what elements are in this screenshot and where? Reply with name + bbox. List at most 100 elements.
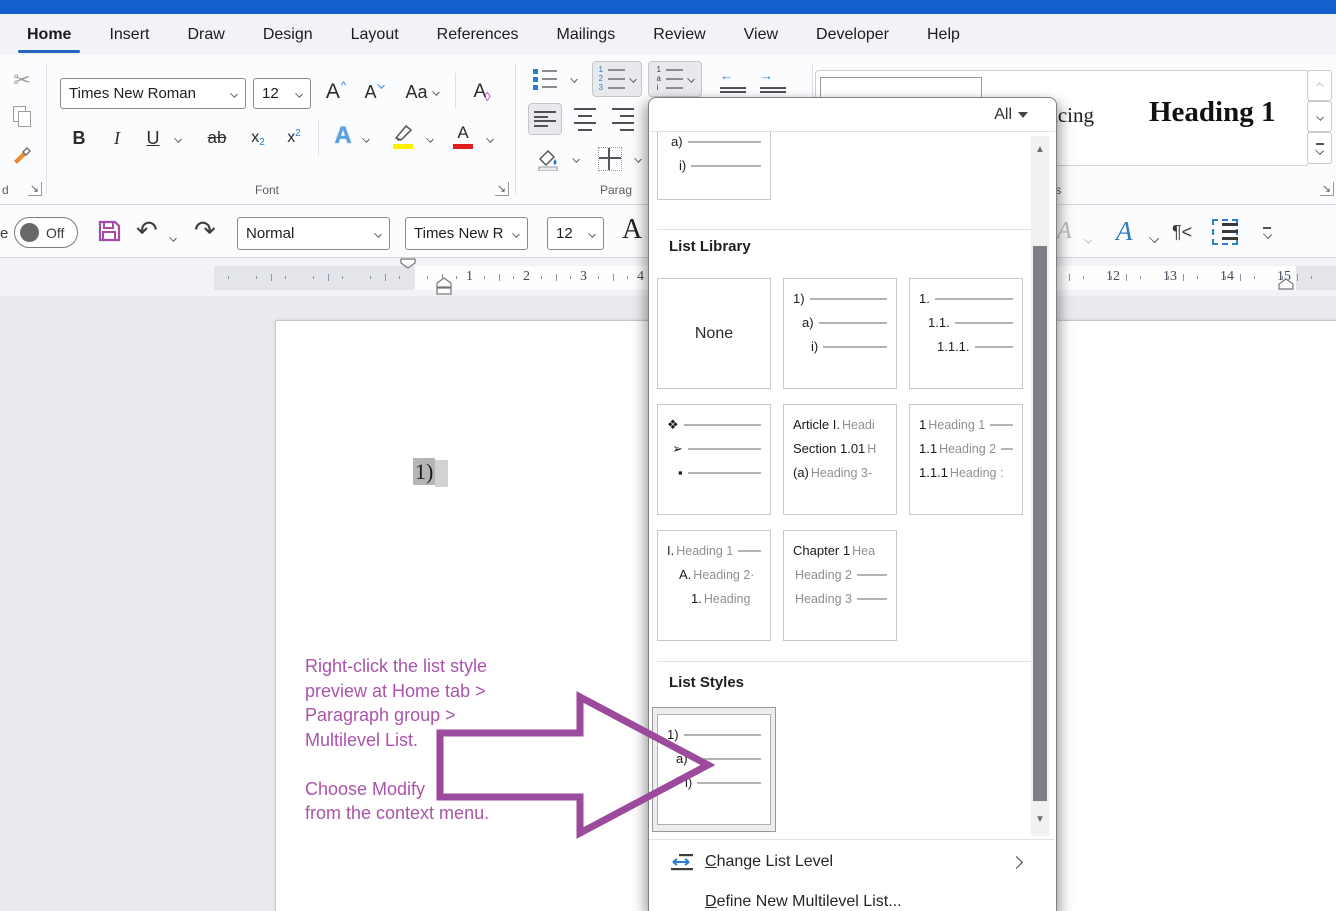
shading-dropdown[interactable] — [568, 151, 584, 167]
list-library-item-3[interactable]: ❖ ➢ ▪ — [657, 404, 771, 515]
tab-references[interactable]: References — [418, 14, 538, 55]
multilevel-list-button[interactable]: 1ai — [648, 61, 702, 97]
highlight-button[interactable] — [386, 119, 420, 153]
change-case-button[interactable]: Aa — [400, 77, 444, 107]
italic-button[interactable]: I — [104, 123, 130, 153]
subscript-button[interactable]: x2 — [244, 123, 272, 153]
text-effects-dropdown[interactable] — [358, 131, 374, 147]
align-left-button[interactable] — [528, 103, 562, 135]
bold-button[interactable]: B — [66, 123, 92, 153]
scroll-down-arrow[interactable]: ▼ — [1033, 814, 1047, 825]
format-painter-button[interactable] — [8, 143, 36, 169]
style-set-a-button[interactable]: A — [1116, 216, 1133, 247]
tab-developer[interactable]: Developer — [797, 14, 908, 55]
tab-design[interactable]: Design — [244, 14, 332, 55]
list-library-item-0[interactable]: None — [657, 278, 771, 389]
shading-button[interactable] — [530, 143, 566, 175]
styles-dialog-launcher[interactable]: ↘ — [1320, 182, 1334, 196]
align-right-button[interactable] — [606, 103, 640, 135]
text-effects-button[interactable]: A — [328, 119, 358, 153]
grow-font-button[interactable]: A ^ — [320, 77, 352, 107]
highlight-dropdown[interactable] — [422, 131, 438, 147]
font-color-button[interactable]: A — [448, 119, 478, 153]
list-preview-row: Article I. Headi — [793, 417, 875, 432]
selected-list-number[interactable]: 1) — [413, 458, 449, 488]
list-library-item-6[interactable]: I. Heading 1 A. Heading 2· 1. Heading — [657, 530, 771, 641]
tab-help[interactable]: Help — [908, 14, 979, 55]
scrollbar-thumb[interactable] — [1033, 246, 1047, 801]
undo-button[interactable]: ↶ — [136, 215, 158, 246]
current-list-item-partial[interactable]: a) i) — [657, 132, 771, 200]
list-library-item-5[interactable]: 1 Heading 1 1.1 Heading 2 1.1.1 Heading : — [909, 404, 1023, 515]
style-set-a-dropdown[interactable] — [1148, 229, 1160, 247]
copy-button[interactable] — [8, 103, 36, 129]
bullets-dropdown[interactable] — [566, 71, 582, 87]
styles-scroll-up-button[interactable] — [1307, 70, 1332, 101]
hanging-indent-marker[interactable] — [436, 277, 452, 295]
toggle-off-switch[interactable]: Off — [14, 217, 78, 248]
change-list-level-icon — [671, 854, 693, 871]
borders-dropdown[interactable] — [630, 151, 646, 167]
define-new-multilevel-list-item[interactable]: Define New Multilevel List... — [649, 884, 1039, 911]
superscript-button[interactable]: x2 — [280, 123, 308, 153]
tab-layout[interactable]: Layout — [332, 14, 418, 55]
style-set-a-disabled-dropdown[interactable] — [1084, 230, 1092, 248]
font-color-dropdown[interactable] — [482, 131, 498, 147]
increase-indent-button[interactable]: → — [756, 67, 790, 93]
ribbon-tab-row: Home Insert Draw Design Layout References Mail… — [0, 14, 1336, 55]
tab-mailings[interactable]: Mailings — [538, 14, 635, 55]
tab-view[interactable]: View — [725, 14, 797, 55]
strikethrough-button[interactable]: ab — [200, 123, 234, 153]
clear-formatting-button[interactable]: A ◊ — [465, 77, 499, 107]
quick-font-combo[interactable]: Times New R — [405, 217, 528, 250]
increase-indent-icon: → — [760, 67, 786, 93]
tab-insert[interactable]: Insert — [90, 14, 168, 55]
font-dialog-launcher[interactable]: ↘ — [495, 182, 509, 196]
table-properties-button[interactable] — [1212, 219, 1238, 250]
undo-dropdown[interactable] — [169, 228, 177, 246]
list-library-item-2[interactable]: 1. 1.1. 1.1.1. — [909, 278, 1023, 389]
font-name-combo[interactable]: Times New Roman — [60, 78, 246, 109]
style-combo[interactable]: Normal — [237, 217, 390, 250]
clipboard-dialog-launcher[interactable]: ↘ — [28, 182, 42, 196]
first-line-indent-marker[interactable] — [400, 258, 416, 269]
shrink-font-button[interactable]: A — [358, 77, 390, 107]
style-item-heading1[interactable]: Heading 1 — [1149, 96, 1276, 129]
scroll-up-arrow[interactable]: ▲ — [1033, 144, 1047, 155]
chevron-down-icon — [1148, 232, 1160, 244]
letter-a-button[interactable]: A — [622, 214, 642, 246]
font-size-combo[interactable]: 12 — [253, 78, 311, 109]
styles-scroll-down-button[interactable] — [1307, 101, 1332, 132]
grow-font-glyph: A — [325, 80, 340, 103]
list-preview-row: a) — [671, 134, 761, 149]
more-options-button[interactable] — [1262, 224, 1272, 242]
quick-size-combo[interactable]: 12 — [547, 217, 604, 250]
panel-scrollbar[interactable]: ▲ ▼ — [1031, 136, 1049, 836]
tab-review[interactable]: Review — [634, 14, 724, 55]
style-set-a-disabled-button[interactable]: A — [1057, 218, 1072, 245]
list-library-item-1[interactable]: 1) a) i) — [783, 278, 897, 389]
list-library-item-4[interactable]: Article I. Headi Section 1.01 H (a) Heading 3… — [783, 404, 897, 515]
paragraph-direction-button[interactable]: ¶< — [1172, 222, 1192, 243]
underline-dropdown[interactable] — [170, 131, 186, 147]
tab-draw[interactable]: Draw — [168, 14, 243, 55]
save-button[interactable] — [96, 218, 122, 249]
styles-more-button[interactable] — [1307, 132, 1332, 164]
align-center-button[interactable] — [568, 103, 602, 135]
borders-button[interactable] — [592, 143, 628, 175]
list-filter-dropdown[interactable]: All — [994, 106, 1028, 124]
decrease-indent-button[interactable]: ← — [716, 67, 750, 93]
ruler-number: 4 — [637, 269, 644, 284]
change-list-level-item[interactable]: Change List Level — [649, 844, 1039, 880]
chevron-down-icon — [588, 229, 596, 238]
redo-button[interactable]: ↷ — [194, 215, 216, 246]
list-library-item-7[interactable]: Chapter 1 Hea Heading 2 Heading 3 — [783, 530, 897, 641]
right-indent-marker[interactable] — [1278, 278, 1294, 290]
underline-button[interactable]: U — [140, 123, 166, 153]
list-preview-row: 1. Heading — [691, 591, 751, 606]
tab-home[interactable]: Home — [8, 14, 90, 55]
numbering-button[interactable]: 123 — [592, 61, 642, 97]
cut-button[interactable]: ✂ — [8, 67, 36, 93]
bullets-button[interactable] — [528, 65, 562, 93]
align-right-icon — [612, 105, 634, 133]
